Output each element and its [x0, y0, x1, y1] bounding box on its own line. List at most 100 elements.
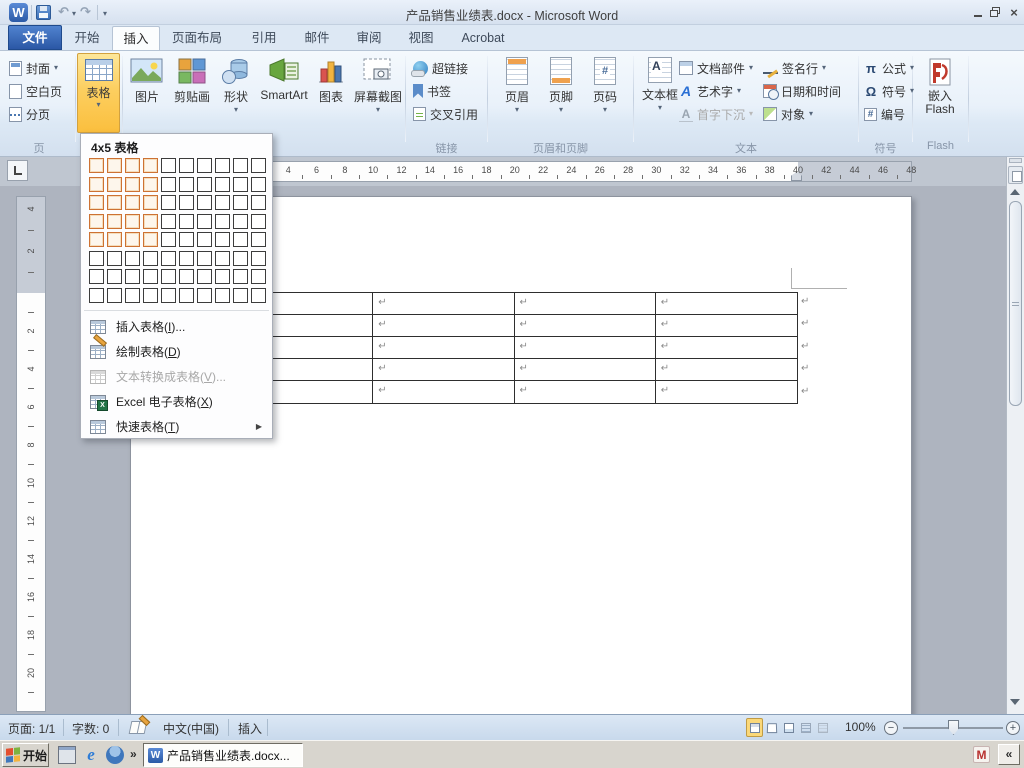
view-ruler-toggle-button[interactable]	[1008, 166, 1023, 184]
table-grid-cell[interactable]	[197, 269, 212, 284]
table-cell[interactable]: ↵	[373, 359, 515, 381]
clipart-button[interactable]: 剪贴画	[170, 54, 214, 133]
table-grid-cell[interactable]	[143, 158, 158, 173]
table-grid-cell[interactable]	[125, 250, 140, 266]
scroll-up-button[interactable]	[1010, 189, 1020, 195]
table-grid-cell[interactable]	[89, 232, 104, 247]
word-count-indicator[interactable]: 字数: 0	[72, 720, 109, 737]
table-grid-cell[interactable]	[107, 176, 122, 192]
table-grid-cell[interactable]	[161, 213, 176, 229]
screenshot-button[interactable]: 屏幕截图 ▾	[352, 54, 404, 133]
quick-launch-expand-icon[interactable]: »	[130, 747, 137, 761]
table-grid-cell[interactable]	[107, 250, 122, 266]
blank-page-button[interactable]: 空白页	[6, 81, 65, 101]
start-button[interactable]: 开始	[2, 743, 49, 767]
table-grid-cell[interactable]	[215, 232, 230, 247]
table-grid-cell[interactable]	[251, 269, 266, 284]
drop-cap-button[interactable]: A 首字下沉 ▾	[676, 104, 756, 124]
table-grid-cell[interactable]	[125, 269, 140, 284]
table-grid-cell[interactable]	[107, 232, 122, 247]
table-grid-cell[interactable]	[233, 213, 248, 229]
table-cell[interactable]: ↵	[655, 337, 797, 359]
table-grid-cell[interactable]	[143, 269, 158, 284]
table-grid-cell[interactable]	[197, 213, 212, 229]
scroll-down-button[interactable]	[1010, 699, 1020, 705]
table-grid-cell[interactable]	[161, 232, 176, 247]
tab-插入[interactable]: 插入	[112, 26, 160, 50]
quick-tables-menu-item[interactable]: 快速表格(T) ▶	[82, 414, 271, 439]
table-grid-cell[interactable]	[161, 158, 176, 173]
object-button[interactable]: 对象 ▾	[760, 104, 816, 124]
close-button[interactable]: ×	[1007, 6, 1021, 19]
tab-邮件[interactable]: 邮件	[292, 26, 342, 50]
equation-button[interactable]: π 公式 ▾	[861, 58, 917, 78]
tab-审阅[interactable]: 审阅	[344, 26, 394, 50]
table-grid-cell[interactable]	[179, 195, 194, 210]
table-cell[interactable]: ↵	[373, 315, 515, 337]
table-grid-cell[interactable]	[233, 287, 248, 303]
table-grid-cell[interactable]	[251, 176, 266, 192]
document-table[interactable]: ↵↵↵↵↵↵↵↵↵↵↵↵↵↵↵↵↵↵↵↵	[231, 292, 798, 404]
number-button[interactable]: # 编号	[861, 104, 908, 124]
signature-line-button[interactable]: 签名行 ▾	[760, 58, 829, 78]
table-grid-cell[interactable]	[233, 176, 248, 192]
table-grid-cell[interactable]	[161, 176, 176, 192]
page-number-button[interactable]: 页码 ▾	[584, 54, 626, 133]
draw-table-menu-item[interactable]: 绘制表格(D)	[82, 339, 271, 364]
table-cell[interactable]: ↵	[514, 337, 656, 359]
table-grid-cell[interactable]	[233, 158, 248, 173]
table-grid-cell[interactable]	[197, 232, 212, 247]
table-grid-cell[interactable]	[107, 158, 122, 173]
table-grid-cell[interactable]	[179, 250, 194, 266]
table-grid-cell[interactable]	[197, 158, 212, 173]
table-cell[interactable]: ↵	[655, 293, 797, 315]
table-grid-cell[interactable]	[107, 213, 122, 229]
table-grid-cell[interactable]	[251, 250, 266, 266]
table-grid-cell[interactable]	[107, 195, 122, 210]
table-grid-cell[interactable]	[125, 213, 140, 229]
zoom-in-button[interactable]: +	[1006, 721, 1020, 735]
table-grid-cell[interactable]	[179, 213, 194, 229]
table-grid-cell[interactable]	[251, 213, 266, 229]
print-layout-view-button[interactable]	[746, 718, 763, 737]
table-grid-cell[interactable]	[179, 287, 194, 303]
tab-视图[interactable]: 视图	[396, 26, 446, 50]
table-cell[interactable]: ↵	[655, 315, 797, 337]
excel-spreadsheet-menu-item[interactable]: Excel 电子表格(X)	[82, 389, 271, 414]
table-grid-cell[interactable]	[197, 176, 212, 192]
zoom-level-indicator[interactable]: 100%	[845, 720, 876, 734]
table-grid-cell[interactable]	[197, 195, 212, 210]
table-grid-cell[interactable]	[251, 158, 266, 173]
table-cell[interactable]: ↵	[514, 293, 656, 315]
table-grid-cell[interactable]	[143, 250, 158, 266]
table-grid-cell[interactable]	[215, 158, 230, 173]
table-cell[interactable]: ↵	[514, 315, 656, 337]
table-grid-cell[interactable]	[215, 287, 230, 303]
table-grid-cell[interactable]	[233, 195, 248, 210]
symbol-button[interactable]: Ω 符号 ▾	[861, 81, 917, 101]
quick-launch-ie-icon[interactable]: e	[82, 746, 100, 764]
table-grid-cell[interactable]	[251, 195, 266, 210]
table-grid-cell[interactable]	[89, 287, 104, 303]
table-grid-cell[interactable]	[89, 158, 104, 173]
wordart-button[interactable]: A 艺术字 ▾	[676, 81, 744, 101]
quick-parts-button[interactable]: 文档部件 ▾	[676, 58, 756, 78]
table-grid-cell[interactable]	[233, 232, 248, 247]
quick-launch-desktop-icon[interactable]	[58, 746, 76, 764]
tray-ime-icon[interactable]: M	[973, 746, 990, 763]
language-indicator[interactable]: 中文(中国)	[163, 720, 219, 737]
table-cell[interactable]: ↵	[373, 337, 515, 359]
table-grid-cell[interactable]	[161, 287, 176, 303]
table-grid-cell[interactable]	[143, 232, 158, 247]
table-grid-cell[interactable]	[125, 176, 140, 192]
insert-mode-indicator[interactable]: 插入	[238, 720, 262, 737]
table-grid-cell[interactable]	[143, 213, 158, 229]
table-grid-cell[interactable]	[161, 195, 176, 210]
table-grid-cell[interactable]	[161, 269, 176, 284]
minimize-button[interactable]	[971, 6, 985, 18]
page-count-indicator[interactable]: 页面: 1/1	[8, 720, 55, 737]
cross-reference-button[interactable]: 交叉引用	[410, 104, 481, 124]
header-button[interactable]: 页眉 ▾	[496, 54, 538, 133]
tab-stop-selector[interactable]	[7, 160, 28, 181]
insert-table-menu-item[interactable]: 插入表格(I)...	[82, 314, 271, 339]
